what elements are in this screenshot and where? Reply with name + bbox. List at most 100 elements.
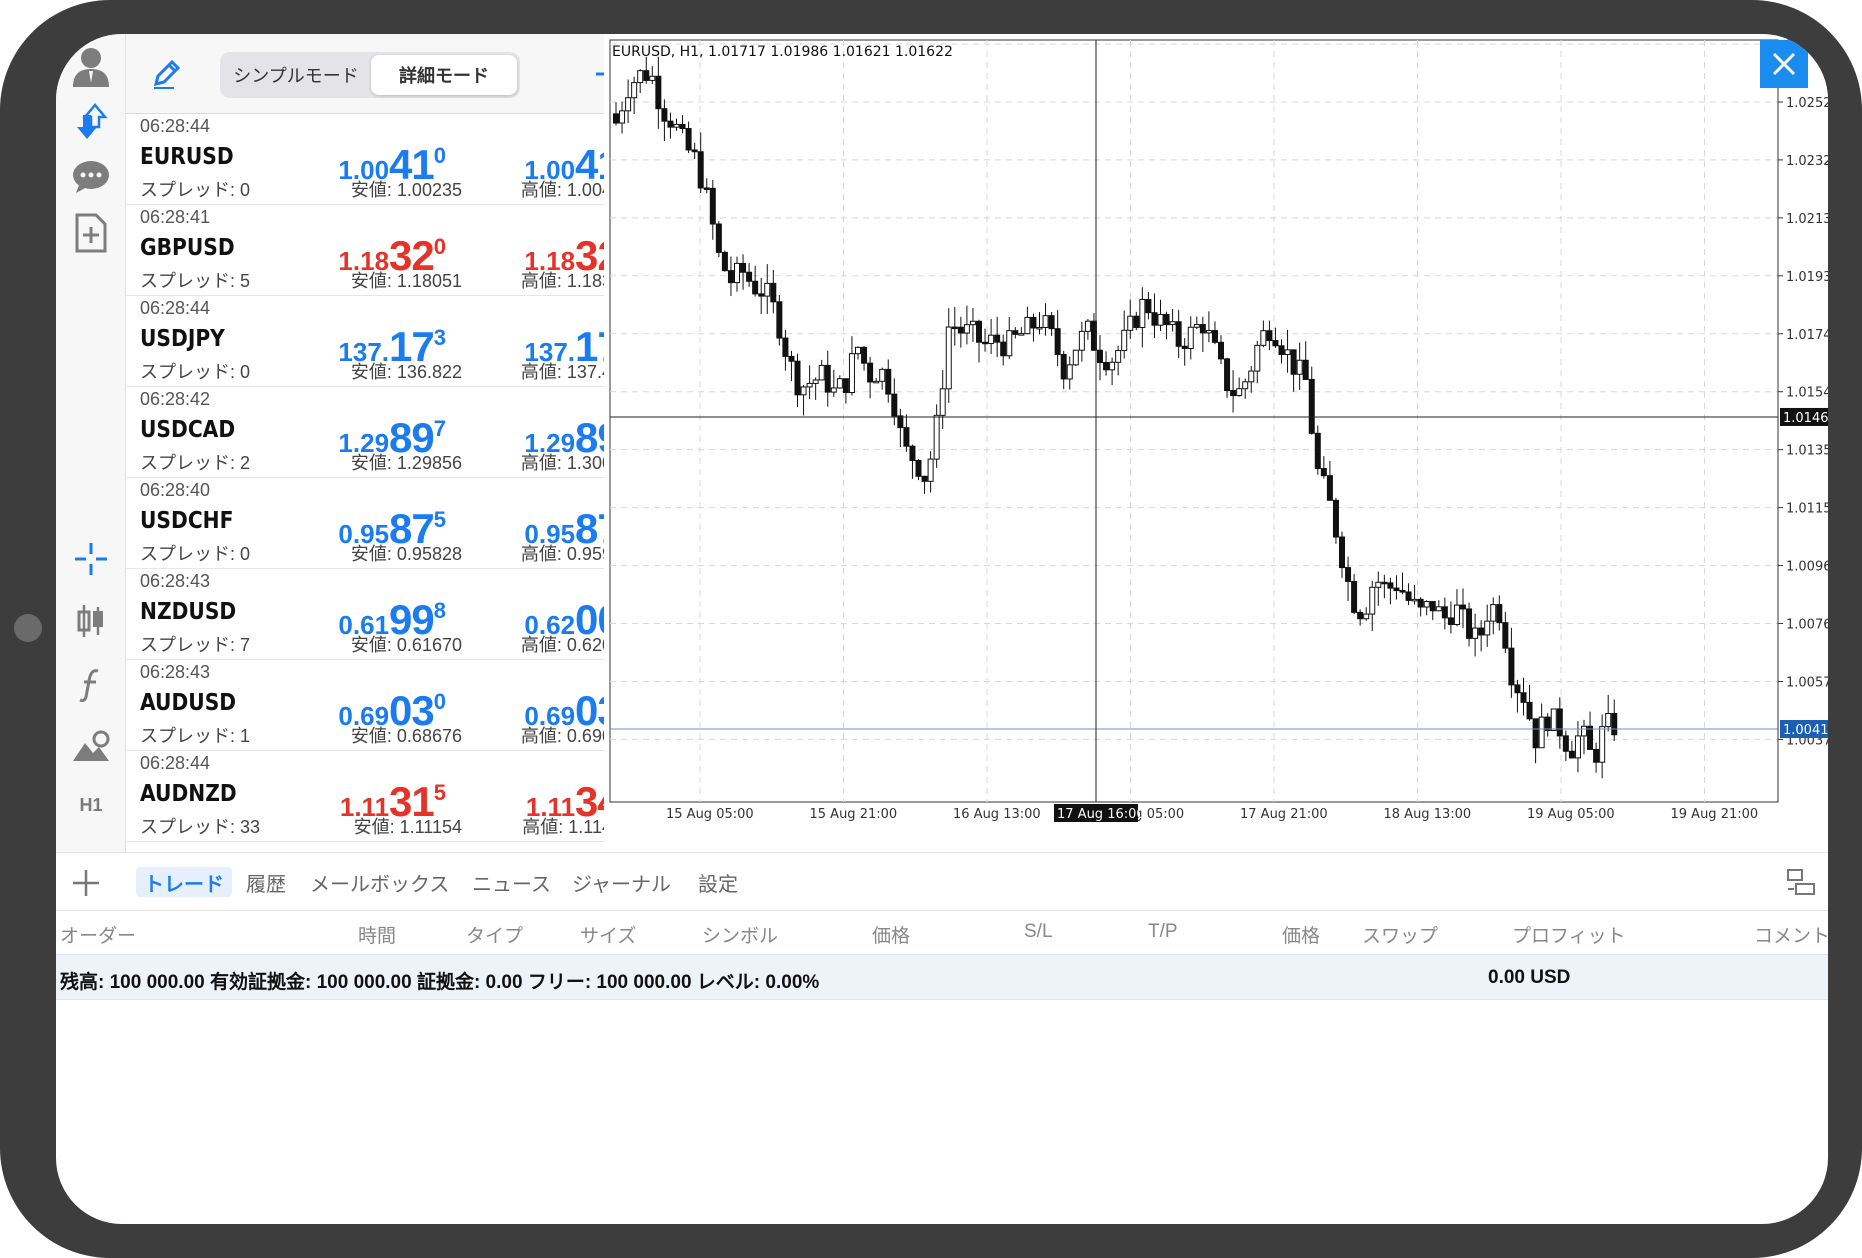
quote-row-usdjpy[interactable]: 06:28:44USDJPYスプレッド: 0137.173137.173安値: …	[126, 296, 656, 387]
crosshair-icon[interactable]	[66, 534, 116, 584]
candle-bull	[1187, 326, 1194, 350]
candle-bull	[939, 388, 946, 416]
add-tab-icon[interactable]	[70, 867, 102, 899]
quote-spread: スプレッド: 0	[140, 362, 251, 382]
tab-settings[interactable]: 設定	[690, 867, 746, 897]
objects-icon[interactable]	[66, 722, 116, 772]
tab-news[interactable]: ニュース	[464, 867, 559, 897]
candle-bull	[1018, 333, 1025, 336]
candle-bear	[842, 378, 849, 393]
candlestick-chart[interactable]: 1.027151.025201.023251.021301.019351.017…	[604, 34, 1828, 854]
candle-bull	[1205, 330, 1212, 334]
candle-bull	[1248, 370, 1255, 383]
candle-bear	[1466, 608, 1473, 639]
candle-bear	[655, 75, 662, 110]
quote-row-usdchf[interactable]: 06:28:40USDCHFスプレッド: 00.958750.95875安値: …	[126, 478, 656, 569]
quote-row-usdcad[interactable]: 06:28:42USDCADスプレッド: 21.298971.29899安値: …	[126, 387, 656, 478]
candle-bull	[818, 364, 825, 381]
edit-pencil-icon[interactable]	[146, 54, 186, 94]
candle-bear	[1460, 604, 1466, 610]
candle-bull	[812, 379, 819, 384]
candle-bull	[734, 262, 740, 284]
candle-bear	[788, 355, 795, 362]
close-icon	[1772, 52, 1796, 76]
chart-panel[interactable]: 1.027151.025201.023251.021301.019351.017…	[604, 34, 1828, 854]
candle-bull	[873, 380, 880, 384]
y-tick-label: 1.01935	[1786, 270, 1828, 285]
candle-bull	[800, 386, 807, 396]
candle-bear	[697, 151, 704, 189]
candle-bull	[673, 123, 680, 128]
quote-low: 安値: 1.11154	[353, 817, 462, 837]
candle-bear	[685, 128, 692, 151]
candle-bear	[1326, 475, 1333, 501]
x-tick-label: 15 Aug 21:00	[810, 807, 898, 822]
candle-bear	[1478, 627, 1485, 636]
candle-bear	[1175, 321, 1182, 347]
candle-bear	[721, 251, 728, 272]
candle-bull	[1169, 321, 1176, 326]
new-document-icon[interactable]	[66, 208, 116, 258]
quote-row-audusd[interactable]: 06:28:43AUDUSDスプレッド: 10.690300.69031安値: …	[126, 660, 656, 751]
tab-journal[interactable]: ジャーナル	[564, 867, 679, 897]
quote-spread: スプレッド: 7	[140, 635, 251, 655]
chat-icon[interactable]	[66, 152, 116, 202]
column-header: オーダー	[60, 926, 137, 947]
candle-bear	[1399, 590, 1406, 593]
tab-history[interactable]: 履歴	[238, 867, 294, 897]
quote-time: 06:28:44	[140, 753, 211, 773]
candle-bull	[1490, 604, 1497, 622]
candle-bear	[1562, 735, 1569, 752]
quote-time: 06:28:41	[140, 207, 211, 227]
quote-time: 06:28:44	[140, 116, 211, 136]
candle-bear	[1230, 390, 1237, 397]
candle-bull	[1453, 604, 1460, 625]
candle-bear	[1332, 499, 1339, 538]
candle-bear	[1308, 378, 1315, 434]
quote-spread: スプレッド: 0	[140, 180, 251, 200]
candle-bear	[691, 149, 698, 153]
crosshair-price-label: 1.01460	[1783, 411, 1828, 426]
timeframe-button[interactable]: H1	[66, 780, 116, 830]
candle-bull	[963, 324, 970, 334]
candle-bear	[921, 475, 928, 482]
close-chart-button[interactable]	[1760, 40, 1808, 88]
candle-bull	[637, 70, 644, 84]
candle-bear	[1429, 601, 1436, 612]
candles-icon[interactable]	[66, 596, 116, 646]
quote-row-audnzd[interactable]: 06:28:44AUDNZDスプレッド: 331.113151.11348安値:…	[126, 751, 656, 842]
candle-bear	[861, 346, 868, 364]
candle-bear	[1405, 591, 1412, 601]
candle-bear	[909, 445, 916, 461]
tab-trade[interactable]: トレード	[136, 867, 232, 897]
candle-bear	[782, 337, 789, 357]
candle-bull	[1036, 326, 1043, 330]
candle-bear	[1272, 340, 1279, 347]
candle-bull	[1242, 381, 1249, 390]
candle-bear	[824, 364, 831, 393]
quote-symbol: USDJPY	[140, 326, 225, 352]
candle-bull	[836, 378, 843, 389]
candle-bull	[848, 353, 855, 393]
toolbox-tabs: トレード 履歴 メールボックス ニュース ジャーナル 設定	[56, 852, 1828, 910]
sidebar: H1	[56, 34, 126, 854]
detail-mode-tab[interactable]: 詳細モード	[371, 55, 517, 95]
candle-bear	[679, 123, 686, 130]
candle-bull	[927, 458, 934, 482]
quote-row-nzdusd[interactable]: 06:28:43NZDUSDスプレッド: 70.619980.62005安値: …	[126, 569, 656, 660]
quote-time: 06:28:42	[140, 389, 211, 409]
candle-bear	[776, 301, 783, 339]
candle-bull	[1605, 713, 1612, 728]
tab-mailbox[interactable]: メールボックス	[302, 867, 457, 897]
quote-row-eurusd[interactable]: 06:28:44EURUSDスプレッド: 01.004101.00410安値: …	[126, 114, 656, 205]
simple-mode-tab[interactable]: シンプルモード	[223, 55, 369, 95]
layout-icon[interactable]	[1786, 867, 1816, 897]
trade-arrows-icon[interactable]	[66, 96, 116, 146]
indicators-icon[interactable]	[66, 660, 116, 710]
quote-spread: スプレッド: 33	[140, 817, 261, 837]
quote-row-gbpusd[interactable]: 06:28:41GBPUSDスプレッド: 51.183201.18325安値: …	[126, 205, 656, 296]
candle-bear	[746, 271, 753, 282]
account-icon[interactable]	[66, 42, 116, 92]
candle-bear	[1345, 567, 1352, 582]
quote-low: 安値: 0.95828	[350, 544, 462, 564]
